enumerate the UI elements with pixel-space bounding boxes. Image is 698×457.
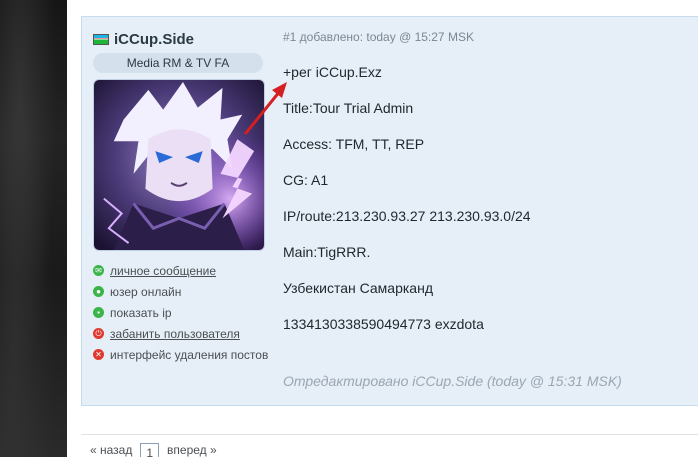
action-ban-user[interactable]: ⏻ забанить пользователя [93, 323, 273, 344]
post-line: CG: A1 [283, 172, 329, 188]
action-delete-posts-interface[interactable]: ✕ интерфейс удаления постов [93, 344, 273, 365]
message-icon: ✉ [93, 265, 104, 276]
post-line: Узбекистан Самарканд [283, 280, 433, 296]
author-name[interactable]: iCCup.Side [114, 31, 194, 48]
pagination-prev-link[interactable]: « назад [90, 443, 132, 457]
post-line: +рег iCCup.Exz [283, 64, 382, 80]
private-message-link[interactable]: личное сообщение [110, 264, 216, 278]
pagination-current-page[interactable]: 1 [140, 443, 160, 457]
action-show-ip[interactable]: ▪ показать ip [93, 302, 273, 323]
show-ip-label[interactable]: показать ip [110, 306, 172, 320]
user-avatar [93, 79, 265, 251]
ban-user-link[interactable]: забанить пользователя [110, 327, 240, 341]
ip-icon: ▪ [93, 307, 104, 318]
forum-post: iCCup.Side Media RM & TV FA ✉ личное соо… [81, 16, 698, 406]
delete-posts-label[interactable]: интерфейс удаления постов [110, 348, 268, 362]
pagination: « назад 1 вперед » [90, 443, 217, 457]
post-line: 1334130338590494773 exzdota [283, 316, 484, 332]
post-meta: #1 добавлено: today @ 15:27 MSK [283, 30, 474, 44]
post-content: +рег iCCup.Exz Title:Tour Trial Admin Ac… [283, 62, 698, 350]
delete-icon: ✕ [93, 349, 104, 360]
action-private-message[interactable]: ✉ личное сообщение [93, 260, 273, 281]
post-line: Access: TFM, TT, REP [283, 136, 425, 152]
pagination-next-link[interactable]: вперед » [167, 443, 217, 457]
user-online-label: юзер онлайн [110, 284, 182, 299]
post-author-panel: iCCup.Side Media RM & TV FA ✉ личное соо… [93, 29, 273, 365]
divider [81, 434, 698, 435]
user-actions-list: ✉ личное сообщение ● юзер онлайн ▪ показ… [93, 260, 273, 365]
post-line: IP/route:213.230.93.27 213.230.93.0/24 [283, 208, 531, 224]
user-title-badge: Media RM & TV FA [93, 53, 263, 73]
ban-icon: ⏻ [93, 328, 104, 339]
uzbekistan-flag-icon [93, 33, 109, 45]
post-body: #1 добавлено: today @ 15:27 MSK +рег iCC… [283, 30, 698, 350]
post-line: Title:Tour Trial Admin [283, 100, 414, 116]
forum-page: iCCup.Side Media RM & TV FA ✉ личное соо… [67, 0, 698, 457]
post-line: Main:TigRRR. [283, 244, 371, 260]
author-name-row: iCCup.Side [93, 29, 273, 49]
online-icon: ● [93, 286, 104, 297]
action-user-online: ● юзер онлайн [93, 281, 273, 302]
background-artwork [0, 0, 67, 457]
post-edited-note: Отредактировано iCCup.Side (today @ 15:3… [283, 373, 622, 389]
